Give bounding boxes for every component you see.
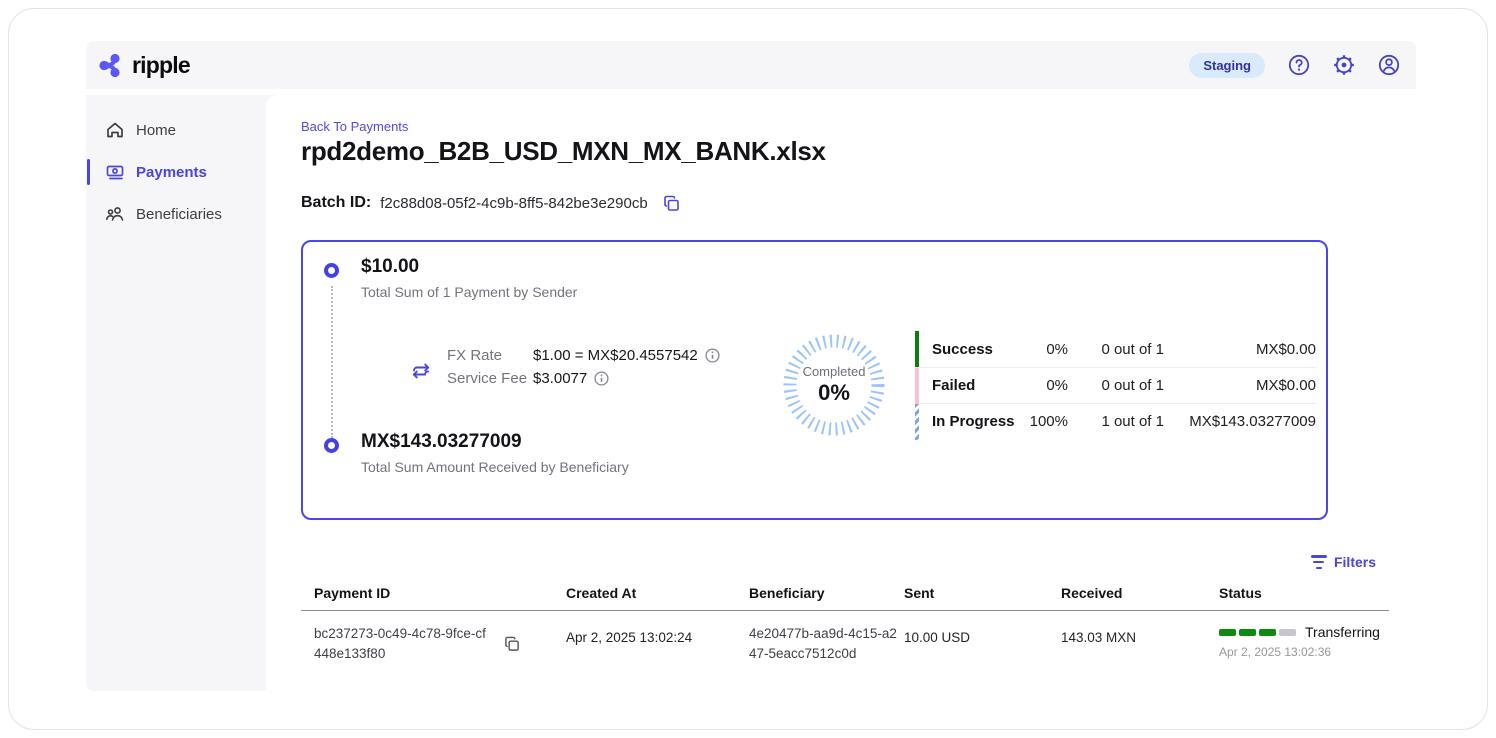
legend-percent: 0%	[1016, 377, 1068, 394]
fx-rate-value: $1.00 = MX$20.4557542	[533, 347, 698, 364]
beneficiary-total-amount: MX$143.03277009	[361, 431, 522, 453]
sender-total-caption: Total Sum of 1 Payment by Sender	[361, 284, 577, 300]
filters-button[interactable]: Filters	[1311, 554, 1376, 570]
batch-id-row: Batch ID: f2c88d08-05f2-4c9b-8ff5-842be3…	[301, 194, 680, 212]
ripple-logo-icon	[98, 52, 125, 79]
column-header-status: Status	[1219, 585, 1389, 601]
home-icon	[105, 120, 125, 140]
back-to-payments-link[interactable]: Back To Payments	[301, 119, 408, 134]
payment-id-cell: bc237273-0c49-4c78-9fce-cf448e133f80	[314, 624, 566, 663]
legend-name: Failed	[932, 377, 1016, 394]
status-text: Transferring	[1305, 624, 1380, 640]
failed-color-bar	[915, 368, 919, 404]
created-at-cell: Apr 2, 2025 13:02:24	[566, 624, 749, 663]
batch-id-label: Batch ID:	[301, 194, 371, 212]
legend-amount: MX$143.03277009	[1164, 413, 1316, 430]
topbar-actions: Staging	[1189, 53, 1400, 78]
column-header-created-at: Created At	[566, 585, 749, 601]
beneficiary-cell: 4e20477b-aa9d-4c15-a247-5eacc7512c0d	[749, 624, 899, 663]
batch-summary-card: $10.00 Total Sum of 1 Payment by Sender	[301, 240, 1328, 520]
service-fee-info-icon[interactable]	[594, 371, 609, 386]
legend-count: 0 out of 1	[1068, 341, 1164, 358]
table-row[interactable]: bc237273-0c49-4c78-9fce-cf448e133f80 Apr…	[301, 611, 1389, 663]
service-fee-value: $3.0077	[533, 370, 587, 387]
received-cell: 143.03 MXN	[1061, 624, 1219, 663]
legend-percent: 100%	[1016, 413, 1068, 430]
page-frame: ripple Staging	[8, 8, 1488, 730]
legend-row-in-progress: In Progress 100% 1 out of 1 MX$143.03277…	[915, 403, 1316, 439]
payments-table: Payment ID Created At Beneficiary Sent R…	[301, 585, 1389, 663]
status-legend: Success 0% 0 out of 1 MX$0.00 Failed 0% …	[915, 331, 1316, 439]
sender-total-amount: $10.00	[361, 256, 419, 278]
legend-percent: 0%	[1016, 341, 1068, 358]
column-header-received: Received	[1061, 585, 1219, 601]
in-progress-color-bar	[915, 404, 919, 440]
timeline-dotted-line	[331, 286, 333, 438]
brand-name: ripple	[132, 52, 190, 79]
fx-exchange-icon	[409, 359, 433, 383]
main-content: Back To Payments rpd2demo_B2B_USD_MXN_MX…	[266, 95, 1416, 691]
progress-segment	[1279, 629, 1296, 636]
sidebar-item-label: Payments	[136, 164, 207, 181]
legend-row-success: Success 0% 0 out of 1 MX$0.00	[915, 331, 1316, 367]
payment-id-value: bc237273-0c49-4c78-9fce-cf448e133f80	[314, 624, 486, 663]
progress-segment	[1239, 629, 1256, 636]
service-fee-label: Service Fee	[447, 370, 533, 387]
fx-block: FX Rate $1.00 = MX$20.4557542	[409, 347, 720, 387]
progress-value: 0%	[818, 380, 850, 406]
beneficiary-total-caption: Total Sum Amount Received by Beneficiary	[361, 459, 629, 475]
timeline-marker-beneficiary	[324, 438, 339, 453]
batch-id-value: f2c88d08-05f2-4c9b-8ff5-842be3e290cb	[380, 195, 647, 212]
timeline-marker-sender	[324, 263, 339, 278]
copy-payment-id-icon[interactable]	[504, 636, 520, 652]
top-bar: ripple Staging	[86, 41, 1416, 89]
fx-rate-label: FX Rate	[447, 347, 533, 364]
sidebar-item-label: Beneficiaries	[136, 206, 222, 223]
legend-amount: MX$0.00	[1164, 377, 1316, 394]
legend-count: 0 out of 1	[1068, 377, 1164, 394]
table-header-row: Payment ID Created At Beneficiary Sent R…	[301, 585, 1389, 611]
success-color-bar	[915, 331, 919, 367]
column-header-sent: Sent	[904, 585, 1061, 601]
sidebar-item-home[interactable]: Home	[86, 109, 266, 151]
app-window: ripple Staging	[86, 41, 1416, 691]
sidebar-item-payments[interactable]: Payments	[86, 151, 266, 193]
legend-amount: MX$0.00	[1164, 341, 1316, 358]
beneficiaries-icon	[105, 204, 125, 224]
column-header-beneficiary: Beneficiary	[749, 585, 904, 601]
ripple-logo: ripple	[98, 52, 190, 79]
payments-icon	[105, 162, 125, 182]
legend-name: Success	[932, 341, 1016, 358]
status-cell: Transferring Apr 2, 2025 13:02:36	[1219, 624, 1389, 663]
filter-icon	[1311, 555, 1327, 569]
fx-rate-info-icon[interactable]	[705, 348, 720, 363]
legend-name: In Progress	[932, 413, 1016, 430]
legend-count: 1 out of 1	[1068, 413, 1164, 430]
progress-label: Completed	[803, 364, 866, 379]
copy-batch-id-icon[interactable]	[663, 195, 680, 212]
sidebar-nav: Home Payments	[86, 95, 266, 691]
column-header-payment-id: Payment ID	[314, 585, 566, 601]
legend-row-failed: Failed 0% 0 out of 1 MX$0.00	[915, 367, 1316, 403]
page-title: rpd2demo_B2B_USD_MXN_MX_BANK.xlsx	[301, 136, 826, 167]
completion-progress-circle: Completed 0%	[775, 326, 893, 444]
sidebar-item-beneficiaries[interactable]: Beneficiaries	[86, 193, 266, 235]
sent-cell: 10.00 USD	[904, 624, 1061, 663]
progress-segment	[1259, 629, 1276, 636]
app-body: Home Payments	[86, 95, 1416, 691]
environment-badge: Staging	[1189, 53, 1265, 78]
help-icon[interactable]	[1288, 54, 1310, 76]
account-icon[interactable]	[1378, 54, 1400, 76]
progress-segment	[1219, 629, 1236, 636]
settings-gear-icon[interactable]	[1333, 54, 1355, 76]
status-progress-segments: Transferring	[1219, 624, 1389, 640]
sidebar-item-label: Home	[136, 122, 176, 139]
filters-label: Filters	[1334, 554, 1376, 570]
status-timestamp: Apr 2, 2025 13:02:36	[1219, 645, 1389, 659]
